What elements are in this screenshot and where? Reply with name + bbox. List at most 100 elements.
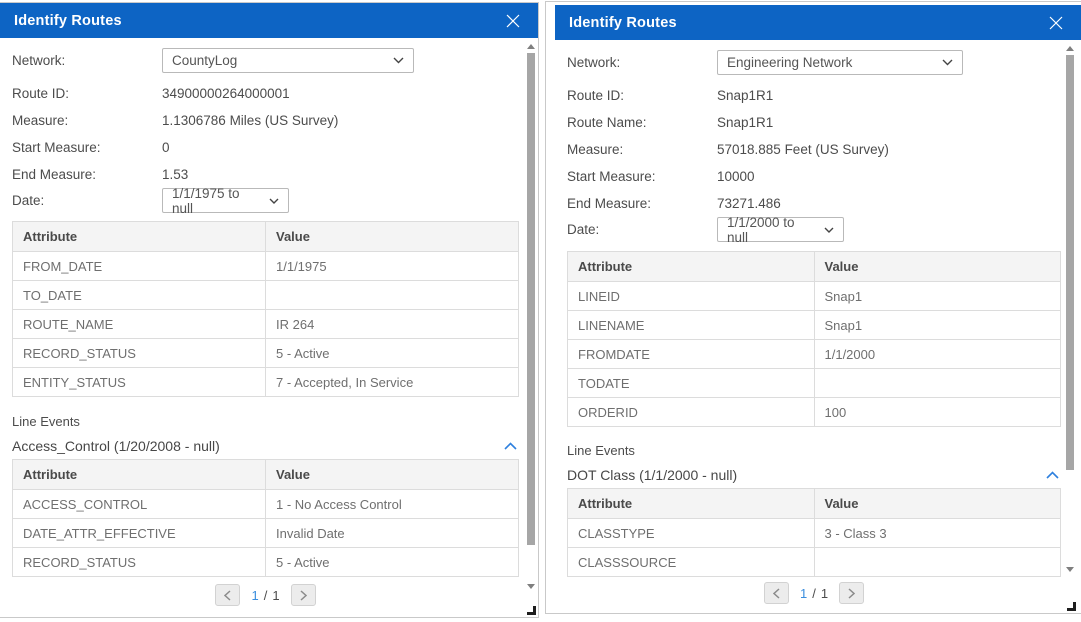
scrollbar-up-arrow[interactable]: [1066, 46, 1074, 51]
table-row: FROMDATE1/1/2000: [568, 340, 1061, 369]
table-row: CLASSTYPE3 - Class 3: [568, 519, 1061, 548]
info-block: Route ID: 34900000264000001 Measure: 1.1…: [12, 80, 538, 188]
chevron-left-icon: [773, 588, 780, 599]
line-events-label: Line Events: [12, 414, 538, 430]
panel-title: Identify Routes: [569, 15, 677, 31]
event-group-title: Access_Control (1/20/2008 - null): [12, 438, 220, 454]
scrollbar[interactable]: [1065, 43, 1075, 611]
attr-cell: TODATE: [568, 369, 815, 398]
field-date: Date: 1/1/2000 to null: [567, 217, 1081, 242]
network-select-value: Engineering Network: [727, 55, 852, 70]
network-select[interactable]: CountyLog: [162, 48, 414, 73]
scrollbar-up-arrow[interactable]: [527, 44, 535, 49]
table-row: TODATE: [568, 369, 1061, 398]
value-column-header: Value: [266, 460, 519, 490]
attr-cell: DATE_ATTR_EFFECTIVE: [13, 519, 266, 548]
field-value: 73271.486: [717, 196, 781, 211]
field-route-name: Route Name: Snap1R1: [567, 109, 1081, 136]
event-group-header: DOT Class (1/1/2000 - null): [567, 465, 1061, 485]
scrollbar-thumb[interactable]: [1066, 55, 1074, 470]
scrollbar-thumb[interactable]: [527, 53, 535, 545]
field-end-measure: End Measure: 1.53: [12, 161, 538, 188]
attribute-column-header: Attribute: [13, 222, 266, 252]
field-label: Route ID:: [12, 86, 162, 101]
page-separator: /: [264, 588, 268, 603]
panel-header: Identify Routes: [0, 3, 538, 38]
value-cell: Snap1: [814, 282, 1061, 311]
page-indicator: 1 / 1: [251, 588, 279, 603]
prev-page-button[interactable]: [215, 584, 240, 606]
field-measure: Measure: 57018.885 Feet (US Survey): [567, 136, 1081, 163]
table-row: ORDERID100: [568, 398, 1061, 427]
scrollbar-down-arrow[interactable]: [1066, 567, 1074, 572]
table-row: FROM_DATE1/1/1975: [13, 252, 519, 281]
table-header-row: Attribute Value: [568, 252, 1061, 282]
event-group-title: DOT Class (1/1/2000 - null): [567, 467, 737, 483]
network-select[interactable]: Engineering Network: [717, 50, 963, 75]
panel-header: Identify Routes: [555, 5, 1081, 40]
chevron-up-icon: [1046, 471, 1059, 479]
collapse-button[interactable]: [1046, 471, 1061, 479]
table-header-row: Attribute Value: [568, 489, 1061, 519]
chevron-right-icon: [848, 588, 855, 599]
date-select-value: 1/1/1975 to null: [172, 186, 261, 216]
value-cell: 5 - Active: [266, 548, 519, 577]
table-row: DATE_ATTR_EFFECTIVEInvalid Date: [13, 519, 519, 548]
close-button[interactable]: [1047, 14, 1065, 32]
panel-title: Identify Routes: [14, 13, 122, 29]
table-header-row: Attribute Value: [13, 222, 519, 252]
field-value: 57018.885 Feet (US Survey): [717, 142, 889, 157]
current-page: 1: [800, 586, 807, 601]
table-header-row: Attribute Value: [13, 460, 519, 490]
page-separator: /: [812, 586, 816, 601]
date-label: Date:: [567, 222, 717, 237]
attr-cell: CLASSSOURCE: [568, 548, 815, 577]
attribute-column-header: Attribute: [13, 460, 266, 490]
info-block: Route ID: Snap1R1 Route Name: Snap1R1 Me…: [567, 82, 1081, 217]
close-icon: [505, 13, 521, 29]
scrollbar[interactable]: [526, 41, 536, 615]
resize-handle[interactable]: [527, 606, 536, 615]
value-cell: Snap1: [814, 311, 1061, 340]
field-value: 1.53: [162, 167, 188, 182]
close-button[interactable]: [504, 12, 522, 30]
field-label: Route Name:: [567, 115, 717, 130]
value-column-header: Value: [814, 252, 1061, 282]
prev-page-button[interactable]: [764, 582, 789, 604]
resize-handle[interactable]: [1067, 602, 1076, 611]
chevron-down-icon: [393, 57, 404, 64]
scrollbar-down-arrow[interactable]: [527, 584, 535, 589]
table-row: RECORD_STATUS5 - Active: [13, 339, 519, 368]
value-cell: 1/1/2000: [814, 340, 1061, 369]
date-label: Date:: [12, 193, 162, 208]
chevron-down-icon: [942, 59, 953, 66]
value-cell: 1/1/1975: [266, 252, 519, 281]
value-column-header: Value: [266, 222, 519, 252]
field-date: Date: 1/1/1975 to null: [12, 188, 538, 213]
date-select[interactable]: 1/1/1975 to null: [162, 188, 289, 213]
table-row: LINENAMESnap1: [568, 311, 1061, 340]
value-cell: IR 264: [266, 310, 519, 339]
attribute-column-header: Attribute: [568, 489, 815, 519]
date-select[interactable]: 1/1/2000 to null: [717, 217, 844, 242]
field-start-measure: Start Measure: 10000: [567, 163, 1081, 190]
field-label: Measure:: [567, 142, 717, 157]
table-row: LINEIDSnap1: [568, 282, 1061, 311]
event-group-header: Access_Control (1/20/2008 - null): [12, 436, 519, 456]
attr-cell: RECORD_STATUS: [13, 339, 266, 368]
table-row: RECORD_STATUS5 - Active: [13, 548, 519, 577]
next-page-button[interactable]: [839, 582, 864, 604]
next-page-button[interactable]: [291, 584, 316, 606]
table-row: CLASSSOURCE: [568, 548, 1061, 577]
chevron-up-icon: [504, 442, 517, 450]
pagination: 1 / 1: [567, 582, 1061, 604]
field-value: 34900000264000001: [162, 86, 290, 101]
value-cell: [814, 548, 1061, 577]
network-label: Network:: [12, 53, 162, 68]
field-label: Start Measure:: [567, 169, 717, 184]
collapse-button[interactable]: [504, 442, 519, 450]
field-measure: Measure: 1.1306786 Miles (US Survey): [12, 107, 538, 134]
table-row: TO_DATE: [13, 281, 519, 310]
field-value: 0: [162, 140, 170, 155]
field-route-id: Route ID: Snap1R1: [567, 82, 1081, 109]
